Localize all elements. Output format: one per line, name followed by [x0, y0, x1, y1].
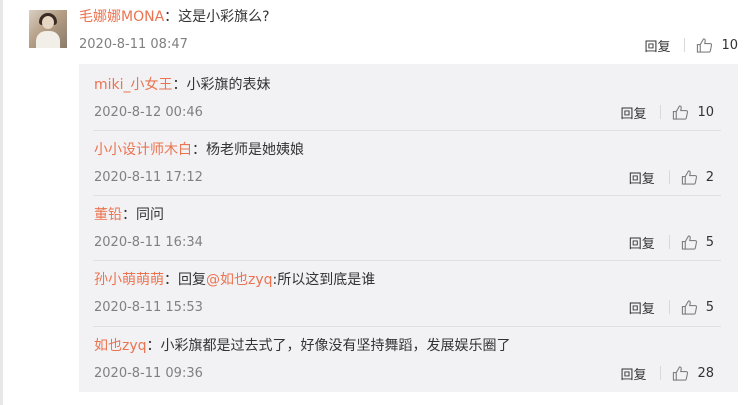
- like-count: 5: [705, 299, 714, 315]
- comment-actions: 回复 10: [644, 36, 738, 55]
- reply-actions: 回复 5: [629, 233, 714, 252]
- separator: ：: [146, 338, 161, 354]
- comment-time: 2020-8-11 08:47: [79, 37, 188, 52]
- reply-time: 2020-8-11 15:53: [94, 300, 203, 315]
- reply-button[interactable]: 回复: [620, 364, 646, 383]
- reply-divider: [93, 195, 721, 196]
- reply-button[interactable]: 回复: [629, 233, 655, 252]
- username-link[interactable]: 小小设计师木白: [94, 142, 192, 158]
- reply-text: 同问: [136, 207, 164, 223]
- thumbs-up-icon[interactable]: [672, 365, 689, 382]
- separator: ：: [122, 207, 136, 223]
- separator: ：: [164, 9, 179, 25]
- reply-line: 孙小萌萌萌：回复@如也zyq:所以这到底是谁: [94, 271, 375, 289]
- main-comment: 毛娜娜MONA：这是小彩旗么? 2020-8-11 08:47 回复 10: [28, 0, 738, 62]
- action-divider: [660, 366, 662, 380]
- reply-text: :所以这到底是谁: [272, 272, 376, 288]
- reply-time: 2020-8-11 17:12: [94, 170, 203, 185]
- reply-prefix: 回复: [178, 272, 206, 288]
- left-border: [0, 0, 3, 405]
- reply-text: 小彩旗的表妹: [186, 77, 271, 93]
- reply-line: 如也zyq：小彩旗都是过去式了，好像没有坚持舞蹈，发展娱乐圈了: [94, 337, 511, 355]
- reply-actions: 回复 28: [620, 364, 714, 383]
- reply-button[interactable]: 回复: [629, 298, 655, 317]
- thumbs-up-icon[interactable]: [696, 37, 713, 54]
- reply-button[interactable]: 回复: [629, 168, 655, 187]
- reply-button[interactable]: 回复: [644, 36, 670, 55]
- reply-actions: 回复 2: [629, 168, 714, 187]
- thumbs-up-icon[interactable]: [681, 299, 698, 316]
- reply-line: miki_小女王：小彩旗的表妹: [94, 76, 271, 94]
- separator: ：: [164, 272, 178, 288]
- thumbs-up-icon[interactable]: [672, 104, 689, 121]
- reply-time: 2020-8-11 16:34: [94, 235, 203, 250]
- comment-thread: 毛娜娜MONA：这是小彩旗么? 2020-8-11 08:47 回复 10 mi…: [0, 0, 751, 405]
- action-divider: [660, 105, 662, 119]
- reply-actions: 回复 10: [620, 103, 714, 122]
- reply-time: 2020-8-12 00:46: [94, 105, 203, 120]
- comment-line: 毛娜娜MONA：这是小彩旗么?: [79, 8, 270, 26]
- username-link[interactable]: miki_小女王: [94, 77, 173, 93]
- avatar[interactable]: [29, 10, 67, 48]
- mention-link[interactable]: @如也zyq: [206, 272, 273, 288]
- comment-text: 这是小彩旗么?: [178, 9, 270, 25]
- action-divider: [668, 300, 670, 314]
- separator: ：: [192, 142, 206, 158]
- replies-container: miki_小女王：小彩旗的表妹 2020-8-12 00:46 回复 10 小小…: [79, 64, 738, 392]
- reply-divider: [93, 260, 721, 261]
- reply-time: 2020-8-11 09:36: [94, 366, 203, 381]
- username-link[interactable]: 如也zyq: [94, 338, 147, 354]
- username-link[interactable]: 毛娜娜MONA: [79, 9, 164, 25]
- like-count: 10: [721, 37, 738, 53]
- username-link[interactable]: 孙小萌萌萌: [94, 272, 164, 288]
- reply-divider: [93, 130, 721, 131]
- separator: ：: [172, 77, 187, 93]
- like-count: 28: [697, 365, 714, 381]
- thumbs-up-icon[interactable]: [681, 234, 698, 251]
- like-count: 5: [705, 234, 714, 250]
- reply-divider: [93, 326, 721, 327]
- reply-button[interactable]: 回复: [620, 103, 646, 122]
- action-divider: [668, 170, 670, 184]
- username-link[interactable]: 董铅: [94, 207, 122, 223]
- reply-line: 小小设计师木白：杨老师是她姨娘: [94, 141, 304, 159]
- reply-actions: 回复 5: [629, 298, 714, 317]
- reply-line: 董铅：同问: [94, 206, 164, 224]
- thumbs-up-icon[interactable]: [681, 169, 698, 186]
- action-divider: [668, 235, 670, 249]
- like-count: 10: [697, 104, 714, 120]
- action-divider: [684, 38, 686, 52]
- reply-text: 杨老师是她姨娘: [206, 142, 304, 158]
- like-count: 2: [705, 169, 714, 185]
- reply-text: 小彩旗都是过去式了，好像没有坚持舞蹈，发展娱乐圈了: [160, 338, 511, 354]
